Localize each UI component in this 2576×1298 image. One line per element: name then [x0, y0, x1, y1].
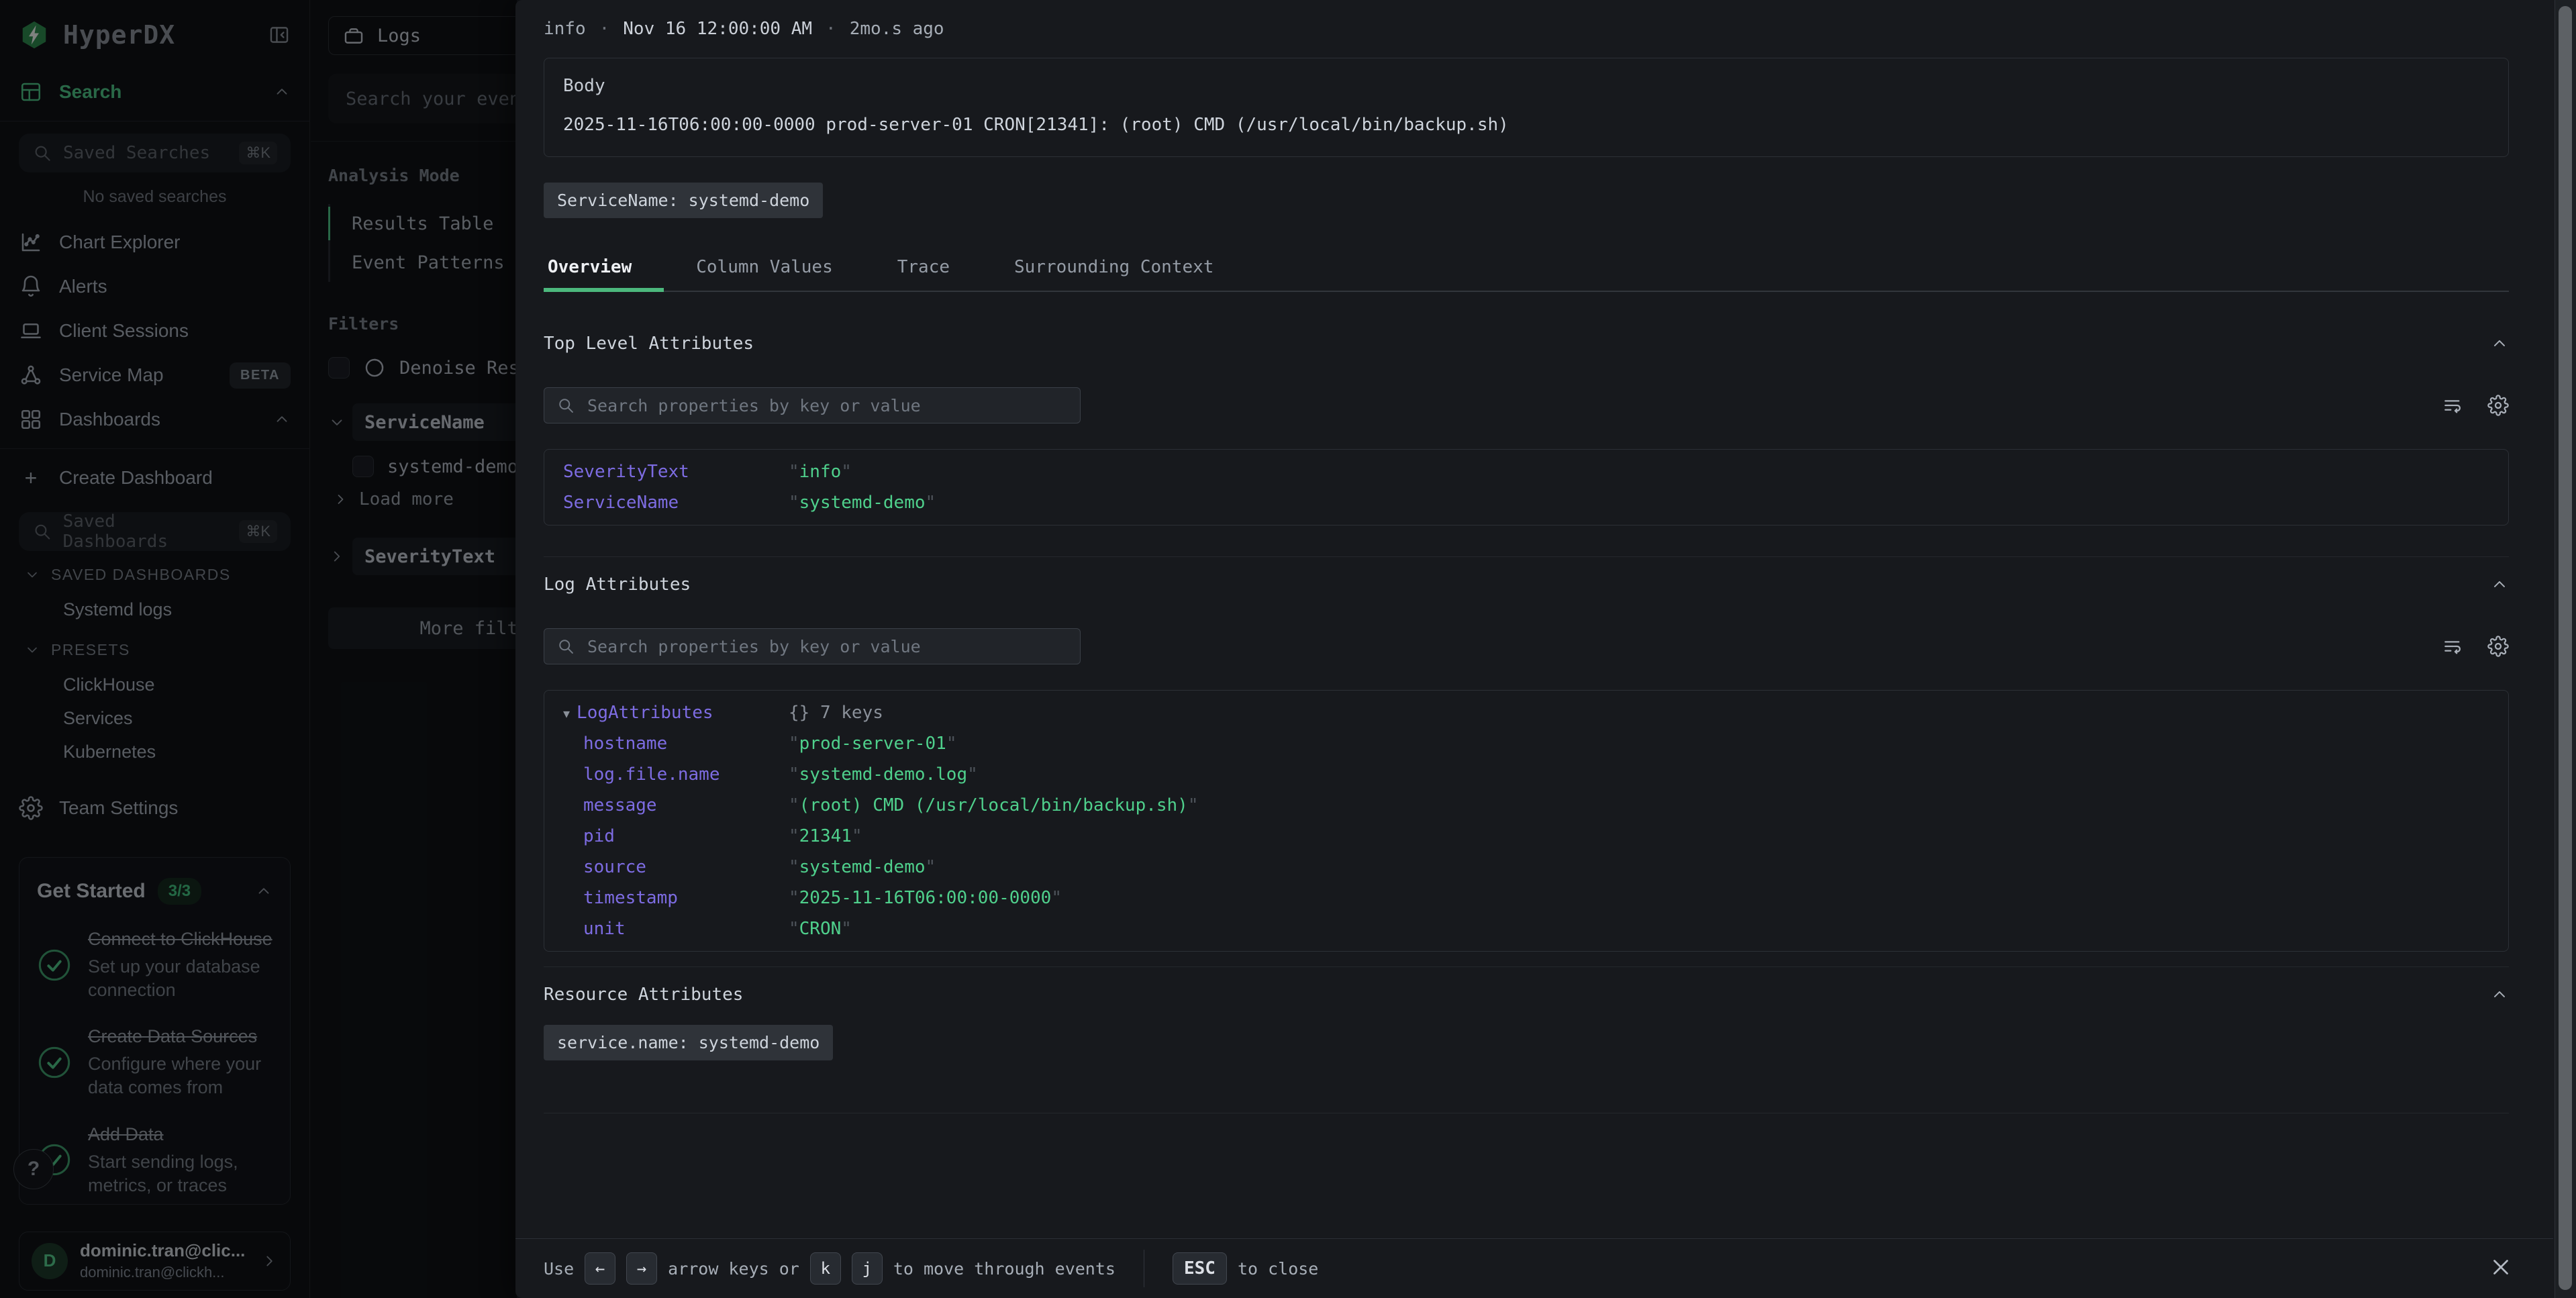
section-log-attributes: Log Attributes	[544, 575, 2509, 595]
table-row[interactable]: log.file.name systemd-demo.log	[544, 759, 2508, 790]
tag-row: ServiceName: systemd-demo	[544, 183, 2509, 218]
k-keycap: k	[810, 1252, 841, 1285]
scrollbar-thumb[interactable]	[2559, 6, 2572, 1290]
attr-value[interactable]: (root) CMD (/usr/local/bin/backup.sh)	[789, 795, 1199, 815]
search-icon	[556, 637, 575, 656]
close-modal-button[interactable]	[2485, 1251, 2517, 1283]
attr-value[interactable]: 21341	[789, 826, 862, 846]
modal-backdrop[interactable]	[0, 0, 517, 1298]
arrow-left-keycap: ←	[585, 1252, 615, 1285]
section-resource-attributes: Resource Attributes	[544, 985, 2509, 1005]
section-divider	[544, 966, 2509, 967]
attr-value[interactable]: systemd-demo.log	[789, 764, 978, 785]
attr-key[interactable]: unit	[563, 919, 789, 939]
event-detail-content: info · Nov 16 12:00:00 AM · 2mo.s ago Bo…	[544, 0, 2509, 1238]
attr-value[interactable]: systemd-demo	[789, 857, 936, 877]
collapse-section-icon[interactable]	[2490, 575, 2509, 594]
attr-key[interactable]: source	[563, 857, 789, 877]
gear-icon[interactable]	[2487, 395, 2509, 416]
body-box: Body 2025-11-16T06:00:00-0000 prod-serve…	[544, 58, 2509, 157]
top-level-search-input[interactable]: Search properties by key or value	[544, 387, 1081, 423]
tab-overview[interactable]: Overview	[544, 249, 664, 291]
detail-tabs: Overview Column Values Trace Surrounding…	[544, 249, 2509, 292]
attr-key[interactable]: hostname	[563, 734, 789, 754]
tag-row: service.name: systemd-demo	[544, 1025, 2509, 1060]
separator: ·	[599, 19, 610, 39]
attr-key[interactable]: pid	[563, 826, 789, 846]
table-row[interactable]: source systemd-demo	[544, 852, 2508, 883]
collapse-section-icon[interactable]	[2490, 334, 2509, 353]
section-divider	[544, 556, 2509, 557]
table-tools	[2442, 636, 2509, 657]
body-value[interactable]: 2025-11-16T06:00:00-0000 prod-server-01 …	[563, 115, 2489, 135]
tab-surrounding-context[interactable]: Surrounding Context	[982, 249, 1246, 291]
search-row: Search properties by key or value	[544, 628, 2509, 664]
attr-root[interactable]: ▾LogAttributes	[563, 703, 789, 723]
tab-trace[interactable]: Trace	[865, 249, 982, 291]
separator: ·	[826, 19, 836, 39]
resource-service-name-tag[interactable]: service.name: systemd-demo	[544, 1025, 833, 1060]
tab-column-values[interactable]: Column Values	[664, 249, 865, 291]
esc-keycap: ESC	[1173, 1252, 1227, 1285]
body-label: Body	[563, 76, 2489, 96]
collapse-section-icon[interactable]	[2490, 985, 2509, 1004]
relative-time: 2mo.s ago	[850, 19, 944, 39]
footer-text: to move through events	[893, 1259, 1116, 1279]
attr-value[interactable]: CRON	[789, 919, 852, 939]
attr-key[interactable]: ServiceName	[563, 493, 789, 513]
attr-key[interactable]: timestamp	[563, 888, 789, 908]
attr-value[interactable]: systemd-demo	[789, 493, 936, 513]
wrap-lines-icon[interactable]	[2442, 395, 2463, 416]
search-placeholder: Search properties by key or value	[587, 637, 921, 656]
search-icon	[556, 396, 575, 415]
modal-footer: Use ← → arrow keys or k j to move throug…	[515, 1238, 2553, 1298]
event-detail-panel: info · Nov 16 12:00:00 AM · 2mo.s ago Bo…	[515, 0, 2576, 1298]
table-row[interactable]: timestamp 2025-11-16T06:00:00-0000	[544, 883, 2508, 913]
table-row[interactable]: pid 21341	[544, 821, 2508, 852]
footer-text: Use	[544, 1259, 574, 1279]
footer-text: arrow keys or	[668, 1259, 799, 1279]
section-top-level-attributes: Top Level Attributes	[544, 334, 2509, 354]
app-root: HyperDX Search Saved Searches ⌘K	[0, 0, 2576, 1298]
search-placeholder: Search properties by key or value	[587, 396, 921, 415]
log-attributes-search-input[interactable]: Search properties by key or value	[544, 628, 1081, 664]
j-keycap: j	[852, 1252, 883, 1285]
severity-text: info	[544, 19, 586, 39]
section-title: Log Attributes	[544, 575, 691, 595]
keys-count: {} 7 keys	[789, 703, 883, 723]
table-row[interactable]: SeverityText info	[544, 456, 2508, 487]
section-title: Resource Attributes	[544, 985, 743, 1005]
search-row: Search properties by key or value	[544, 387, 2509, 423]
table-row-root[interactable]: ▾LogAttributes {} 7 keys	[544, 697, 2508, 728]
attr-key[interactable]: log.file.name	[563, 764, 789, 785]
collapse-node-icon[interactable]: ▾	[563, 705, 570, 721]
table-row[interactable]: ServiceName systemd-demo	[544, 487, 2508, 518]
attr-key[interactable]: SeverityText	[563, 462, 789, 482]
wrap-lines-icon[interactable]	[2442, 636, 2463, 657]
event-timestamp: Nov 16 12:00:00 AM	[623, 19, 812, 39]
attr-value[interactable]: prod-server-01	[789, 734, 956, 754]
close-icon	[2488, 1254, 2514, 1280]
service-tag[interactable]: ServiceName: systemd-demo	[544, 183, 823, 218]
attr-key[interactable]: message	[563, 795, 789, 815]
attr-value[interactable]: info	[789, 462, 852, 482]
attr-value[interactable]: 2025-11-16T06:00:00-0000	[789, 888, 1062, 908]
scrollbar-track[interactable]	[2555, 0, 2576, 1298]
footer-text: to close	[1238, 1259, 1318, 1279]
top-level-attributes-table: SeverityText info ServiceName systemd-de…	[544, 449, 2509, 526]
table-row[interactable]: message (root) CMD (/usr/local/bin/backu…	[544, 790, 2508, 821]
event-header: info · Nov 16 12:00:00 AM · 2mo.s ago	[544, 19, 2509, 39]
table-tools	[2442, 395, 2509, 416]
section-title: Top Level Attributes	[544, 334, 754, 354]
log-attributes-table: ▾LogAttributes {} 7 keys hostname prod-s…	[544, 690, 2509, 952]
gear-icon[interactable]	[2487, 636, 2509, 657]
table-row[interactable]: hostname prod-server-01	[544, 728, 2508, 759]
arrow-right-keycap: →	[626, 1252, 657, 1285]
table-row[interactable]: unit CRON	[544, 913, 2508, 944]
